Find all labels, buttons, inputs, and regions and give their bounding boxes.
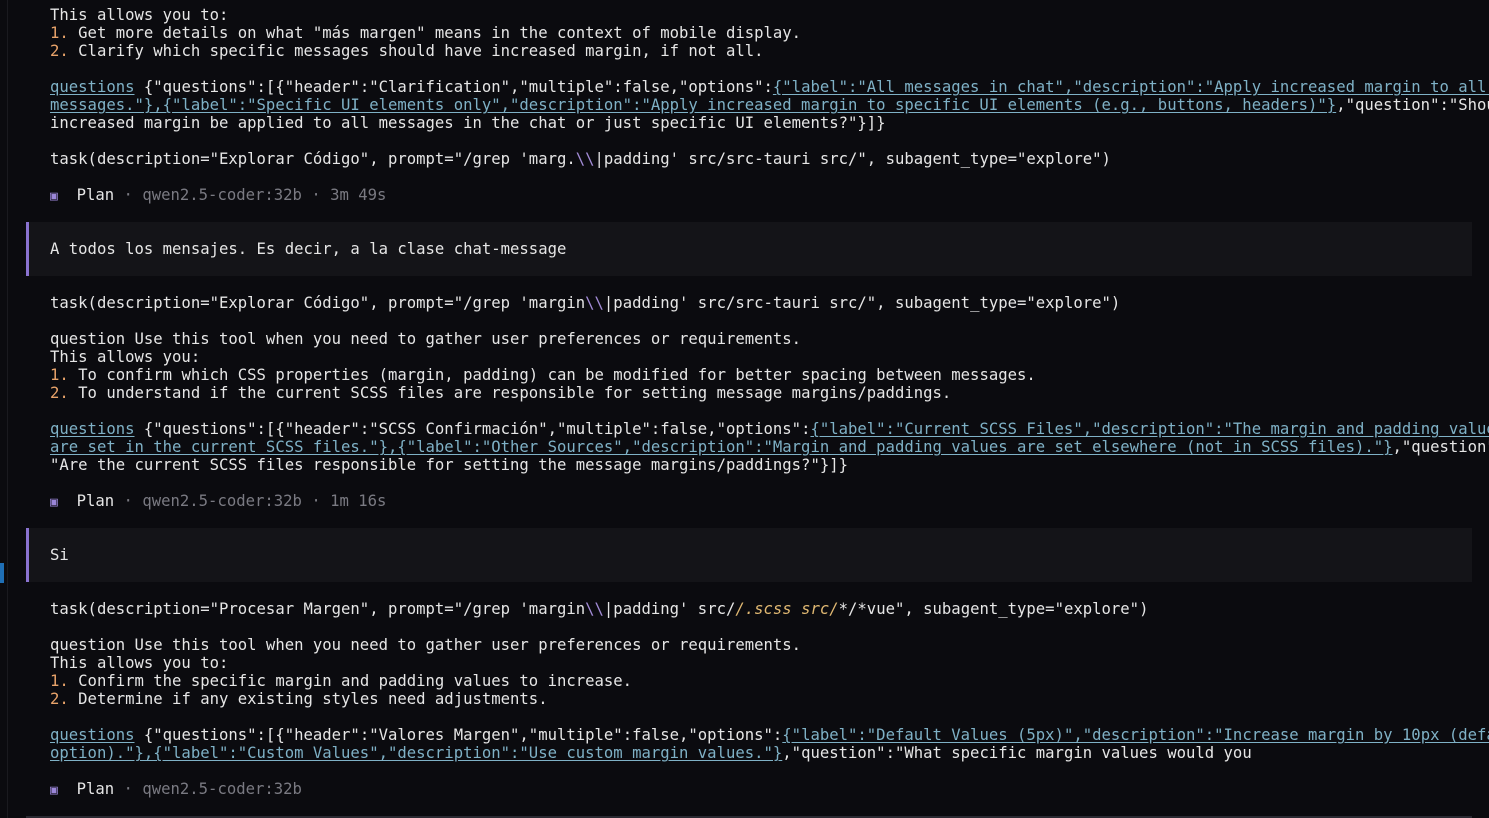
message-meta: ▣ Plan · qwen2.5-coder:32b bbox=[50, 780, 302, 798]
text-line: This allows you to: bbox=[50, 6, 229, 24]
options-link[interactable]: option)."},{"label":"Custom Values","des… bbox=[50, 744, 782, 762]
list-item: 2. To understand if the current SCSS fil… bbox=[50, 384, 952, 402]
list-item: 1. To confirm which CSS properties (marg… bbox=[50, 366, 1036, 384]
text-line: This allows you to: bbox=[50, 654, 229, 672]
text-line: question Use this tool when you need to … bbox=[50, 330, 802, 348]
message-meta: ▣ Plan · qwen2.5-coder:32b · 1m 16s bbox=[50, 492, 387, 510]
user-message: A todos los mensajes. Es decir, a la cla… bbox=[26, 222, 1472, 276]
task-call-line: task(description="Explorar Código", prom… bbox=[50, 150, 1111, 168]
list-item: 1. Confirm the specific margin and paddi… bbox=[50, 672, 633, 690]
options-link[interactable]: messages."},{"label":"Specific UI elemen… bbox=[50, 96, 1336, 114]
text-line: This allows you: bbox=[50, 348, 201, 366]
tool-call-line: option)."},{"label":"Custom Values","des… bbox=[50, 744, 1252, 762]
elapsed-time: · 3m 49s bbox=[301, 186, 387, 204]
agent-square-icon: ▣ bbox=[50, 783, 58, 798]
text-line: question Use this tool when you need to … bbox=[50, 636, 802, 654]
gutter-scroll-marker bbox=[0, 563, 4, 583]
tool-call-line: messages."},{"label":"Specific UI elemen… bbox=[50, 96, 1489, 114]
options-link[interactable]: are set in the current SCSS files."},{"l… bbox=[50, 438, 1393, 456]
agent-name: Plan bbox=[76, 492, 115, 510]
message-meta: ▣ Plan · qwen2.5-coder:32b · 3m 49s bbox=[50, 186, 387, 204]
options-link[interactable]: {"label":"Default Values (5px)","descrip… bbox=[782, 726, 1489, 744]
options-link[interactable]: {"label":"Current SCSS Files","descripti… bbox=[810, 420, 1489, 438]
tool-call-line: increased margin be applied to all messa… bbox=[50, 114, 886, 132]
questions-tool-link[interactable]: questions bbox=[50, 78, 135, 96]
list-item: 1. Get more details on what "más margen"… bbox=[50, 24, 802, 42]
list-item: 2. Clarify which specific messages shoul… bbox=[50, 42, 764, 60]
tool-call-line: questions {"questions":[{"header":"Valor… bbox=[50, 726, 1489, 744]
tool-call-line: are set in the current SCSS files."},{"l… bbox=[50, 438, 1489, 456]
agent-square-icon: ▣ bbox=[50, 189, 58, 204]
agent-name: Plan bbox=[76, 780, 115, 798]
model-name: qwen2.5-coder:32b bbox=[142, 186, 302, 204]
agent-name: Plan bbox=[76, 186, 115, 204]
questions-tool-link[interactable]: questions bbox=[50, 420, 135, 438]
left-gutter bbox=[7, 0, 8, 818]
options-link[interactable]: {"label":"All messages in chat","descrip… bbox=[773, 78, 1489, 96]
agent-square-icon: ▣ bbox=[50, 495, 58, 510]
questions-tool-link[interactable]: questions bbox=[50, 726, 135, 744]
tool-call-line: questions {"questions":[{"header":"SCSS … bbox=[50, 420, 1489, 438]
tool-call-line: "Are the current SCSS files responsible … bbox=[50, 456, 848, 474]
model-name: qwen2.5-coder:32b bbox=[142, 492, 302, 510]
task-call-line: task(description="Explorar Código", prom… bbox=[50, 294, 1121, 312]
list-item: 2. Determine if any existing styles need… bbox=[50, 690, 548, 708]
elapsed-time: · 1m 16s bbox=[301, 492, 387, 510]
user-message: Si bbox=[26, 528, 1472, 582]
task-call-line: task(description="Procesar Margen", prom… bbox=[50, 600, 1149, 618]
model-name: qwen2.5-coder:32b bbox=[142, 780, 302, 798]
tool-call-line: questions {"questions":[{"header":"Clari… bbox=[50, 78, 1489, 96]
